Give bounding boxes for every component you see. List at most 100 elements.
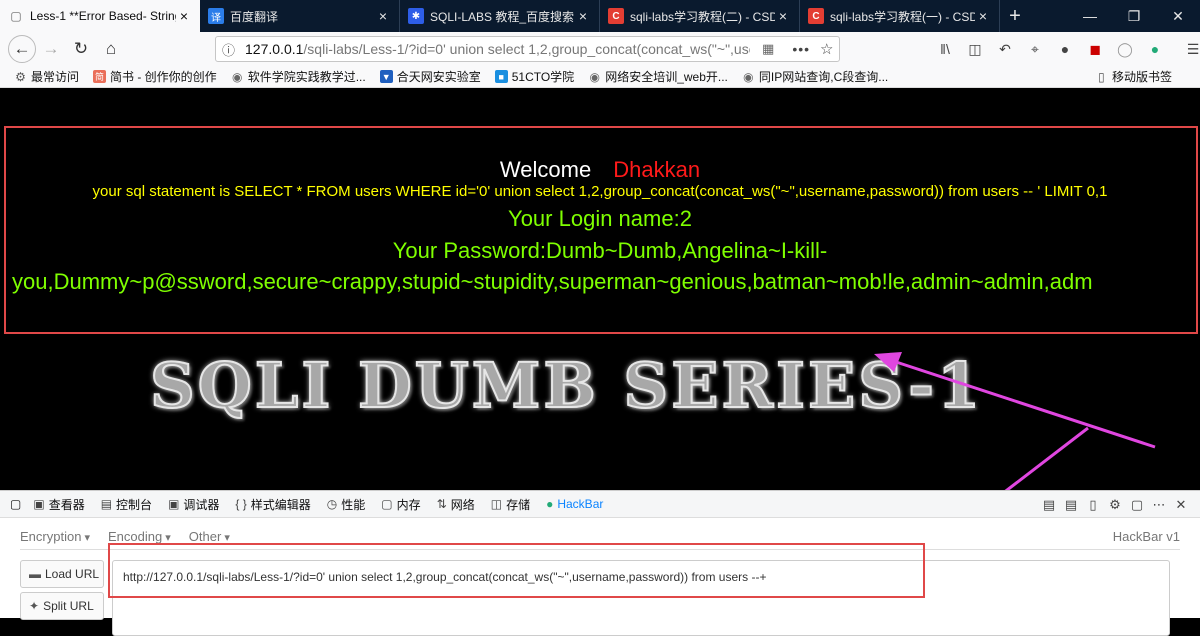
load-icon: ▬ (29, 567, 41, 581)
load-url-label: Load URL (45, 567, 100, 581)
devtools-controls: ▤ ▤ ▯ ⚙ ▢ ⋯ ✕ (1038, 491, 1192, 519)
tab-csdn-1[interactable]: C sqli-labs学习教程(一) - CSDN × (800, 0, 1000, 32)
username-text: Dhakkan (613, 157, 701, 182)
bookmark-label: 最常访问 (31, 70, 80, 84)
bookmark-security-training[interactable]: ◉ 网络安全培训_web开... (588, 68, 727, 85)
tab-storage[interactable]: ◫ 存储 (491, 496, 530, 513)
settings-icon[interactable]: ⚙ (1104, 497, 1126, 513)
circle-icon[interactable]: ◯ (1110, 41, 1140, 58)
tab-baidu-search[interactable]: ✱ SQLI-LABS 教程_百度搜索 × (400, 0, 600, 32)
crop-icon[interactable]: ⌖ (1020, 41, 1050, 58)
console-icon: ▤ (100, 497, 113, 511)
sidebar-icon[interactable]: ◫ (960, 41, 990, 58)
close-icon[interactable]: × (775, 8, 791, 24)
performance-icon: ◷ (326, 497, 338, 511)
undo-icon[interactable]: ↶ (990, 41, 1020, 58)
tab-style-editor[interactable]: { } 样式编辑器 (235, 496, 310, 513)
devtools-tab-label: 样式编辑器 (250, 497, 311, 512)
tab-hackbar[interactable]: ● HackBar (546, 497, 603, 511)
more-options-icon[interactable]: ⋯ (1148, 497, 1170, 513)
tab-inspector[interactable]: ▣ 查看器 (33, 496, 84, 513)
tab-csdn-2[interactable]: C sqli-labs学习教程(二) - CSDN × (600, 0, 800, 32)
51cto-icon: ■ (494, 70, 508, 83)
forward-icon[interactable]: → (36, 34, 66, 64)
page-content: Welcome Dhakkan your sql statement is SEL… (0, 89, 1200, 476)
storage-icon: ◫ (490, 497, 503, 511)
devtools-pick-icon[interactable]: ▢ (10, 497, 21, 511)
library-icon[interactable]: ‖\ (930, 41, 960, 57)
close-devtools-icon[interactable]: ✕ (1170, 497, 1192, 513)
qr-code-icon[interactable]: ▦ (762, 41, 774, 57)
bookmark-hetian[interactable]: ▼ 合天网安实验室 (379, 68, 481, 85)
tab-network[interactable]: ⇅ 网络 (437, 496, 475, 513)
translate-icon: 译 (208, 8, 224, 24)
page-icon: ▢ (10, 9, 22, 23)
split-console-icon[interactable]: ▤ (1060, 497, 1082, 513)
back-icon[interactable]: ← (8, 35, 36, 63)
password-line-1: Your Password:Dumb~Dumb,Angelina~I-kill- (392, 238, 828, 263)
close-icon[interactable]: × (375, 8, 391, 24)
close-icon[interactable]: × (176, 8, 192, 24)
baidu-search-icon: ✱ (408, 8, 424, 24)
bookmark-most-visited[interactable]: ⚙ 最常访问 (14, 68, 79, 85)
devtools-tab-label: 查看器 (48, 497, 85, 512)
menu-encryption[interactable]: Encryption (20, 529, 90, 544)
ublock-icon[interactable]: ◼ (1080, 41, 1110, 58)
home-icon[interactable]: ⌂ (96, 34, 126, 64)
page-actions-icon[interactable]: ••• (792, 41, 810, 57)
restore-icon[interactable]: ❐ (1112, 0, 1156, 32)
banner-title: SQLI DUMB SERIES-1 (149, 348, 984, 423)
tab-console[interactable]: ▤ 控制台 (101, 496, 152, 513)
bookmark-label: 软件学院实践教学过... (247, 70, 366, 84)
globe-icon: ◉ (231, 69, 243, 84)
close-icon[interactable]: × (575, 8, 591, 24)
tab-label: Less-1 **Error Based- String** (30, 9, 176, 23)
globe-icon: ◉ (743, 69, 754, 84)
dock-icon[interactable]: ▤ (1038, 497, 1060, 513)
split-url-label: Split URL (43, 599, 94, 613)
bookmark-software-college[interactable]: ◉ 软件学院实践教学过... (231, 68, 366, 85)
bookmark-jianshu[interactable]: 简简书 - 创作你的创作 (93, 68, 217, 85)
bookmark-star-icon[interactable]: ☆ (820, 40, 833, 58)
close-window-icon[interactable]: ✕ (1156, 0, 1200, 32)
mobile-bookmarks[interactable]: ▯ 移动版书签 (1095, 68, 1172, 85)
chat-icon[interactable]: ● (1050, 41, 1080, 57)
split-url-button[interactable]: ✦ Split URL (20, 592, 104, 620)
tab-less-1[interactable]: ▢ Less-1 **Error Based- String** × (0, 0, 200, 32)
style-editor-icon: { } (235, 497, 247, 511)
address-bar[interactable]: ⓘ 127.0.0.1/sqli-labs/Less-1/?id=0' unio… (215, 36, 840, 62)
mobile-icon: ▯ (1098, 69, 1105, 84)
csdn-icon: C (608, 8, 624, 24)
extension-icon[interactable]: ● (1140, 41, 1170, 57)
menu-encoding[interactable]: Encoding (108, 529, 171, 544)
bookmark-label: 同IP网站查询,C段查询... (758, 70, 889, 84)
debugger-icon: ▣ (168, 497, 180, 511)
info-icon[interactable]: ⓘ (222, 40, 235, 59)
responsive-icon[interactable]: ▯ (1082, 497, 1104, 513)
new-tab-button[interactable]: + (1000, 0, 1030, 32)
hackbar-panel: Encryption Encoding Other HackBar v1 ▬ Lo… (0, 518, 1200, 636)
close-icon[interactable]: × (975, 8, 991, 24)
devtools-tab-label: 性能 (341, 497, 366, 512)
tab-debugger[interactable]: ▣ 调试器 (168, 496, 219, 513)
undock-icon[interactable]: ▢ (1126, 497, 1148, 513)
minimize-icon[interactable]: — (1068, 0, 1112, 32)
menu-icon[interactable]: ☰ (1178, 41, 1200, 58)
highlight-box-input (108, 543, 925, 598)
bookmark-label: 51CTO学院 (511, 70, 575, 84)
tab-performance[interactable]: ◷ 性能 (327, 496, 366, 513)
network-icon: ⇅ (436, 497, 447, 511)
hackbar-icon: ● (546, 497, 554, 511)
bookmark-label: 简书 - 创作你的创作 (110, 70, 217, 84)
tab-memory[interactable]: ▢ 内存 (381, 496, 420, 513)
load-url-button[interactable]: ▬ Load URL (20, 560, 104, 588)
menu-other[interactable]: Other (189, 529, 230, 544)
bookmark-51cto[interactable]: ■ 51CTO学院 (494, 68, 575, 85)
url-text[interactable]: 127.0.0.1/sqli-labs/Less-1/?id=0' union … (245, 41, 750, 57)
bookmarks-bar: ⚙ 最常访问 简简书 - 创作你的创作 ◉ 软件学院实践教学过... ▼ 合天网安实验… (0, 66, 1200, 88)
tab-baidu-translate[interactable]: 译 百度翻译 × (200, 0, 400, 32)
bookmark-label: 合天网安实验室 (396, 70, 481, 84)
bookmark-same-ip[interactable]: ◉ 同IP网站查询,C段查询... (742, 68, 888, 85)
reload-icon[interactable]: ↻ (66, 34, 96, 64)
devtools-tab-label: 存储 (506, 497, 531, 512)
